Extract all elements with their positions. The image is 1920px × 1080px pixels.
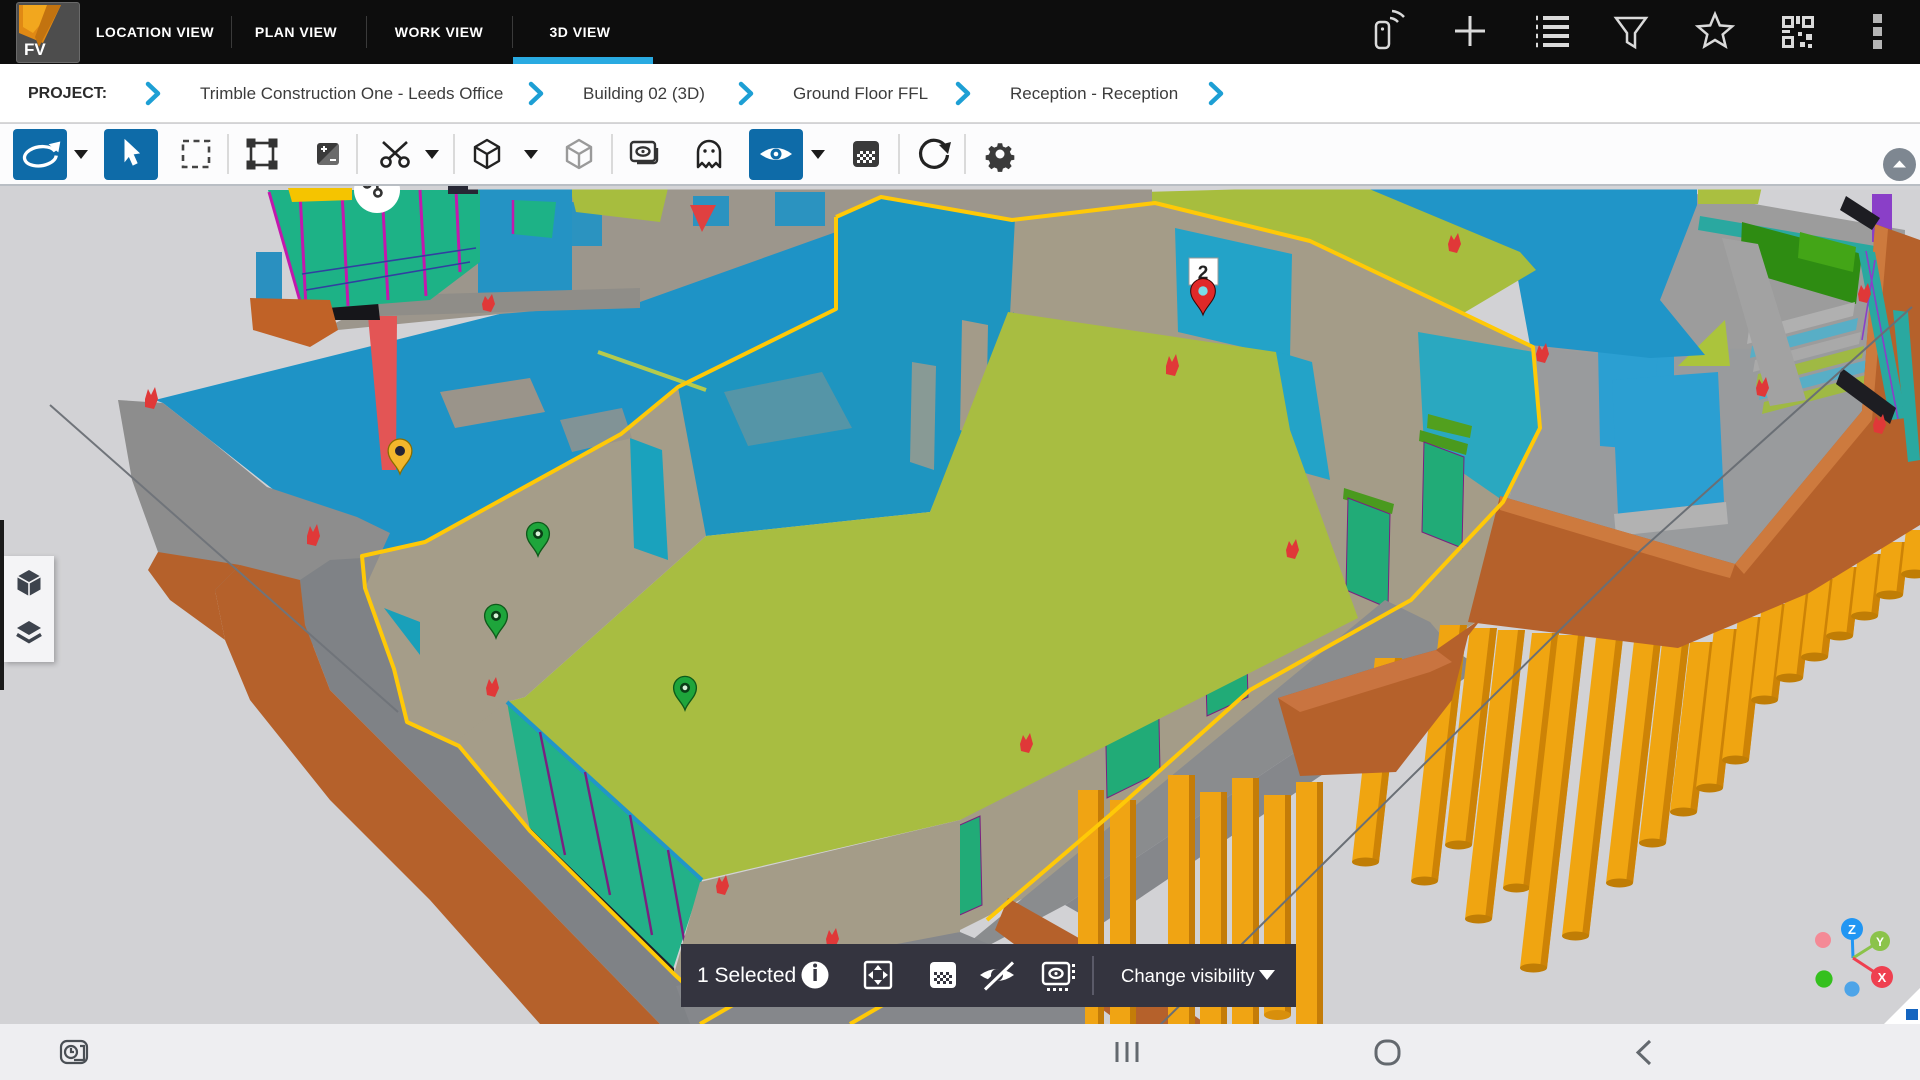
svg-text:Z: Z <box>1848 922 1856 937</box>
svg-text:Y: Y <box>1876 935 1884 949</box>
svg-text:X: X <box>1878 970 1887 985</box>
svg-text:Change visibility: Change visibility <box>1121 965 1255 986</box>
